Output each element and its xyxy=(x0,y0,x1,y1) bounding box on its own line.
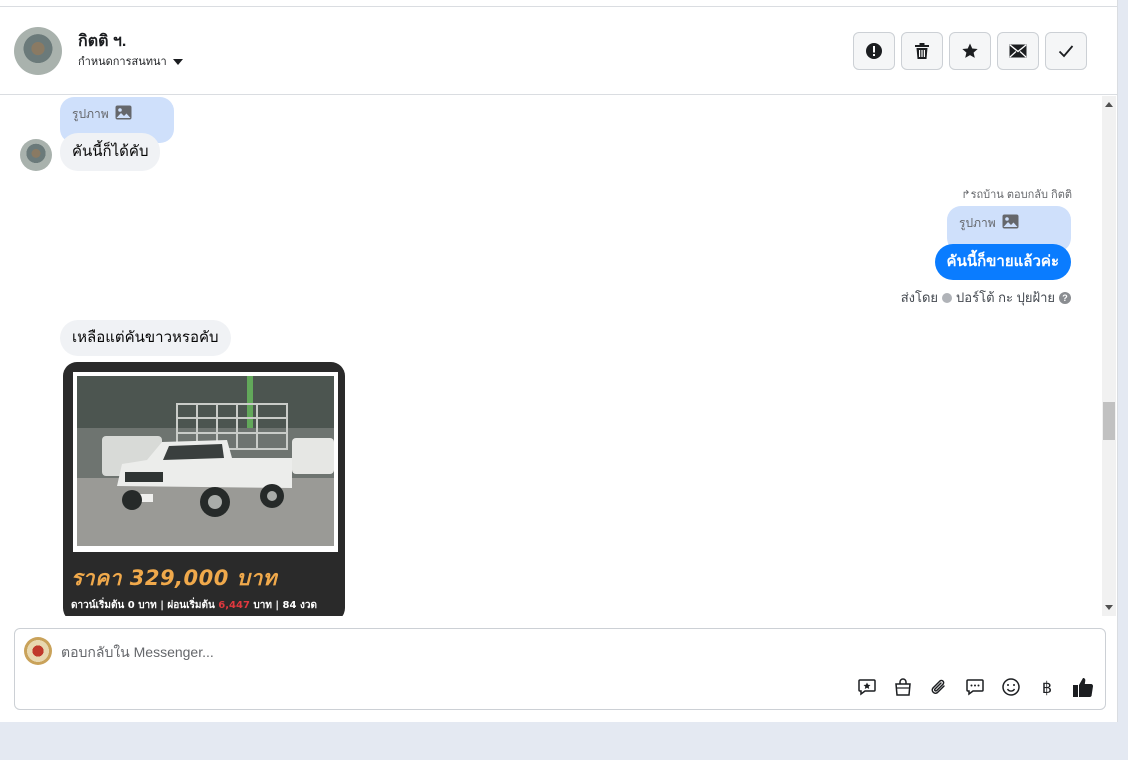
car-photo xyxy=(77,376,334,546)
finance-part-2: บาท | 84 งวด xyxy=(249,600,317,611)
mark-unread-button[interactable] xyxy=(997,32,1039,70)
composer-tools: ฿ xyxy=(855,675,1095,699)
finance-part-1: ดาวน์เริ่มต้น 0 บาท | ผ่อนเริ่มต้น xyxy=(71,600,219,611)
message-composer: ฿ xyxy=(14,628,1106,710)
image-ref-label: รูปภาพ xyxy=(959,216,996,230)
mark-done-button[interactable] xyxy=(1045,32,1087,70)
image-icon xyxy=(115,105,132,120)
incoming-message: คันนี้ก็ได้คับ xyxy=(60,133,161,171)
envelope-icon xyxy=(1009,44,1027,58)
page-avatar xyxy=(24,637,52,665)
paperclip-icon xyxy=(931,679,945,694)
like-button[interactable] xyxy=(1071,675,1095,699)
scroll-down-arrow-icon[interactable] xyxy=(1105,605,1113,610)
image-ref-label: รูปภาพ xyxy=(72,107,109,121)
saved-reply-button[interactable] xyxy=(855,675,879,699)
reply-input[interactable] xyxy=(61,641,761,663)
shopping-bag-icon xyxy=(895,678,911,696)
conversation-header: กิตติ ฯ. กำหนดการสนทนา xyxy=(0,7,1118,95)
thumbs-up-icon xyxy=(1073,678,1094,697)
thread-scrollbar[interactable] xyxy=(1102,96,1116,616)
reply-note-text: รถบ้าน ตอบกลับ กิตติ xyxy=(970,189,1072,201)
faq-button[interactable] xyxy=(963,675,987,699)
contact-avatar[interactable] xyxy=(14,27,62,75)
assign-conversation-dropdown[interactable]: กำหนดการสนทนา xyxy=(78,52,183,70)
payment-button[interactable]: ฿ xyxy=(1035,675,1059,699)
image-icon xyxy=(1002,214,1019,229)
scrollbar-thumb[interactable] xyxy=(1103,402,1115,440)
header-actions xyxy=(853,32,1087,70)
assign-label: กำหนดการสนทนา xyxy=(78,56,167,68)
star-icon xyxy=(962,43,978,58)
pickup-truck-illustration xyxy=(77,376,334,546)
baht-icon: ฿ xyxy=(1041,677,1053,697)
contact-avatar-small xyxy=(20,139,52,171)
shop-button[interactable] xyxy=(891,675,915,699)
reply-arrow-icon: ↱ xyxy=(961,189,971,201)
contact-name[interactable]: กิตติ ฯ. xyxy=(78,29,126,54)
car-photo-frame xyxy=(73,372,338,552)
scroll-up-arrow-icon[interactable] xyxy=(1105,102,1113,107)
message-thread[interactable]: รูปภาพ คันนี้ก็ได้คับ ↱รถบ้าน ตอบกลับ กิ… xyxy=(0,96,1100,616)
car-price-text: ราคา 329,000 บาท xyxy=(71,566,278,590)
sent-by-info: ส่งโดย ปอร์โต้ กะ ปุยฝ้าย ? xyxy=(901,287,1071,308)
sent-by-prefix: ส่งโดย xyxy=(900,290,939,305)
trash-icon xyxy=(915,43,929,59)
finance-amount: 6,447 xyxy=(218,600,250,611)
help-icon[interactable]: ? xyxy=(1059,291,1071,304)
star-button[interactable] xyxy=(949,32,991,70)
chat-star-icon xyxy=(858,679,876,696)
inbox-conversation-panel: กิตติ ฯ. กำหนดการสนทนา รูปภาพ คันนี้ก็ได… xyxy=(0,0,1118,722)
reply-note: ↱รถบ้าน ตอบกลับ กิตติ xyxy=(961,185,1072,203)
attach-button[interactable] xyxy=(927,675,951,699)
smiley-icon xyxy=(1002,678,1020,696)
mark-spam-button[interactable] xyxy=(853,32,895,70)
emoji-button[interactable] xyxy=(999,675,1023,699)
incoming-image-attachment[interactable]: ราคา 329,000 บาท ดาวน์เริ่มต้น 0 บาท | ผ… xyxy=(63,362,345,616)
agent-status-icon xyxy=(942,292,953,303)
car-finance-text: ดาวน์เริ่มต้น 0 บาท | ผ่อนเริ่มต้น 6,447… xyxy=(71,598,317,613)
delete-button[interactable] xyxy=(901,32,943,70)
check-icon xyxy=(1058,45,1074,58)
alert-icon xyxy=(866,43,882,59)
chat-bubble-icon xyxy=(966,679,984,696)
outgoing-message: คันนี้ก็ขายแล้วค่ะ xyxy=(934,244,1071,280)
incoming-message: เหลือแต่คันขาวหรอคับ xyxy=(60,320,231,356)
sent-by-name[interactable]: ปอร์โต้ กะ ปุยฝ้าย xyxy=(956,287,1055,308)
chevron-down-icon xyxy=(172,58,183,65)
